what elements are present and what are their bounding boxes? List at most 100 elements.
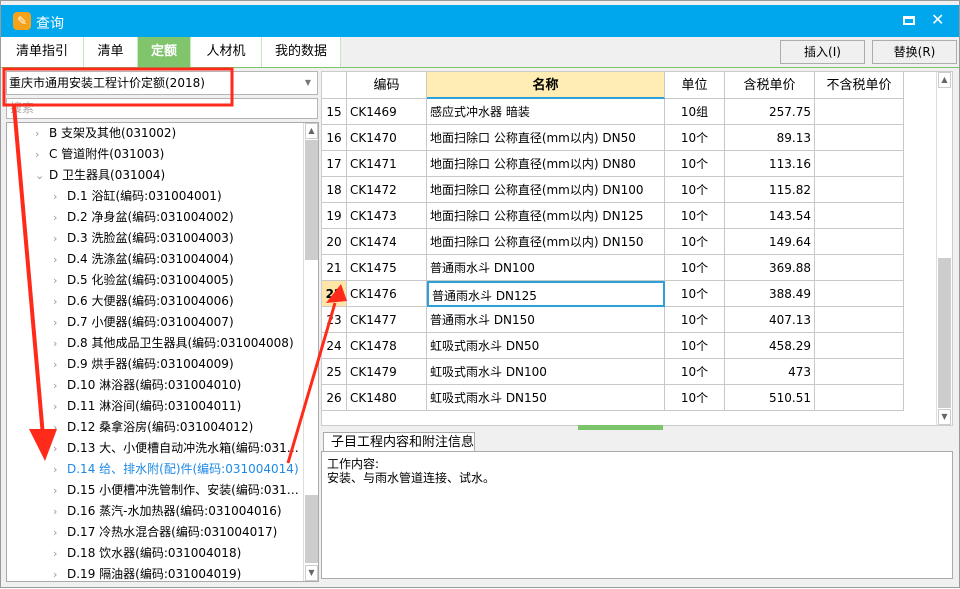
tree-item[interactable]: › D.3 洗脸盆(编码:031004003) <box>53 228 234 249</box>
table-cell[interactable]: 388.49 <box>725 281 815 307</box>
tree-item[interactable]: › D.9 烘手器(编码:031004009) <box>53 354 234 375</box>
table-cell[interactable]: 10个 <box>665 281 725 307</box>
chevron-right-icon[interactable]: › <box>35 123 49 144</box>
row-number[interactable]: 19 <box>322 203 347 229</box>
search-input[interactable]: 搜索 <box>6 98 318 119</box>
table-cell[interactable]: 10个 <box>665 203 725 229</box>
column-header[interactable]: 编码 <box>347 72 427 99</box>
chevron-right-icon[interactable]: › <box>53 312 67 333</box>
scroll-down-icon[interactable]: ▼ <box>938 409 951 425</box>
table-cell[interactable] <box>815 307 904 333</box>
table-cell[interactable]: 10个 <box>665 255 725 281</box>
row-number[interactable]: 15 <box>322 99 347 125</box>
tree-item[interactable]: › D.4 洗涤盆(编码:031004004) <box>53 249 234 270</box>
chevron-right-icon[interactable]: › <box>53 522 67 543</box>
table-cell[interactable] <box>815 151 904 177</box>
tree-item[interactable]: › C 管道附件(031003) <box>35 144 164 165</box>
table-cell[interactable] <box>815 281 904 307</box>
column-header[interactable]: 名称 <box>427 72 665 99</box>
tree-item[interactable]: › D.18 饮水器(编码:031004018) <box>53 543 241 564</box>
table-cell[interactable]: 113.16 <box>725 151 815 177</box>
tree-item[interactable]: › D.13 大、小便槽自动冲洗水箱(编码:031… <box>53 438 299 459</box>
table-cell[interactable]: 473 <box>725 359 815 385</box>
tree-item[interactable]: › D.19 隔油器(编码:031004019) <box>53 564 241 581</box>
tree-item[interactable]: › D.8 其他成品卫生器具(编码:031004008) <box>53 333 294 354</box>
chevron-right-icon[interactable]: › <box>53 186 67 207</box>
chevron-right-icon[interactable]: › <box>53 438 67 459</box>
tab-detail-info[interactable]: 子目工程内容和附注信息 <box>323 432 475 452</box>
tab-3[interactable]: 人材机 <box>191 37 262 67</box>
scroll-track[interactable] <box>305 495 318 563</box>
tree-scrollbar[interactable]: ▲ ▼ <box>303 123 318 581</box>
table-cell[interactable]: 369.88 <box>725 255 815 281</box>
table-cell[interactable]: 10个 <box>665 385 725 411</box>
scroll-thumb[interactable] <box>938 258 951 408</box>
row-number[interactable]: 25 <box>322 359 347 385</box>
table-cell[interactable]: 10个 <box>665 359 725 385</box>
chevron-right-icon[interactable]: › <box>53 480 67 501</box>
tree-item[interactable]: ⌄ D 卫生器具(031004) <box>35 165 165 186</box>
table-cell[interactable]: CK1477 <box>347 307 427 333</box>
tree-item[interactable]: › D.16 蒸汽-水加热器(编码:031004016) <box>53 501 282 522</box>
column-header[interactable]: 不含税单价 <box>815 72 904 99</box>
grid-scrollbar[interactable]: ▲ ▼ <box>936 72 952 425</box>
row-number[interactable]: 20 <box>322 229 347 255</box>
chevron-right-icon[interactable]: › <box>53 564 67 581</box>
row-number[interactable]: 21 <box>322 255 347 281</box>
column-header[interactable]: 含税单价 <box>725 72 815 99</box>
table-cell[interactable]: CK1475 <box>347 255 427 281</box>
tree-item[interactable]: › B 支架及其他(031002) <box>35 123 176 144</box>
chevron-right-icon[interactable]: › <box>53 249 67 270</box>
table-cell[interactable]: CK1479 <box>347 359 427 385</box>
tree-item[interactable]: › D.15 小便槽冲洗管制作、安装(编码:031… <box>53 480 299 501</box>
table-cell[interactable] <box>815 125 904 151</box>
table-cell[interactable]: 10个 <box>665 333 725 359</box>
table-cell[interactable]: 143.54 <box>725 203 815 229</box>
table-cell[interactable]: CK1473 <box>347 203 427 229</box>
chevron-right-icon[interactable]: › <box>53 501 67 522</box>
scroll-up-icon[interactable]: ▲ <box>305 123 318 139</box>
maximize-icon[interactable] <box>903 16 915 25</box>
tab-1[interactable]: 清单 <box>84 37 138 67</box>
table-cell[interactable]: 地面扫除口 公称直径(mm以内) DN150 <box>427 229 665 255</box>
library-select[interactable]: 重庆市通用安装工程计价定额(2018) ▼ <box>6 71 318 95</box>
row-number[interactable]: 24 <box>322 333 347 359</box>
table-cell[interactable]: 10个 <box>665 229 725 255</box>
table-cell[interactable]: 地面扫除口 公称直径(mm以内) DN125 <box>427 203 665 229</box>
scroll-up-icon[interactable]: ▲ <box>938 72 951 88</box>
tree-item[interactable]: › D.14 给、排水附(配)件(编码:031004014) <box>53 459 299 480</box>
table-cell[interactable]: 虹吸式雨水斗 DN100 <box>427 359 665 385</box>
chevron-right-icon[interactable]: › <box>53 207 67 228</box>
table-cell[interactable]: 10组 <box>665 99 725 125</box>
table-cell[interactable]: 257.75 <box>725 99 815 125</box>
table-cell[interactable]: 10个 <box>665 151 725 177</box>
tree-item[interactable]: › D.17 冷热水混合器(编码:031004017) <box>53 522 277 543</box>
tree-item[interactable]: › D.11 淋浴间(编码:031004011) <box>53 396 241 417</box>
tree-item[interactable]: › D.5 化验盆(编码:031004005) <box>53 270 234 291</box>
table-cell[interactable]: 407.13 <box>725 307 815 333</box>
chevron-down-icon[interactable]: ⌄ <box>35 165 49 186</box>
chevron-right-icon[interactable]: › <box>53 375 67 396</box>
column-header[interactable] <box>322 72 347 99</box>
tab-0[interactable]: 清单指引 <box>1 37 84 67</box>
table-cell[interactable] <box>815 203 904 229</box>
table-cell[interactable]: CK1480 <box>347 385 427 411</box>
table-cell[interactable]: 虹吸式雨水斗 DN50 <box>427 333 665 359</box>
table-cell[interactable]: 普通雨水斗 DN150 <box>427 307 665 333</box>
table-cell[interactable]: 普通雨水斗 DN100 <box>427 255 665 281</box>
table-cell[interactable]: CK1469 <box>347 99 427 125</box>
chevron-right-icon[interactable]: › <box>53 270 67 291</box>
table-cell[interactable]: 115.82 <box>725 177 815 203</box>
table-cell[interactable] <box>815 99 904 125</box>
table-cell[interactable]: 10个 <box>665 307 725 333</box>
chevron-right-icon[interactable]: › <box>53 459 67 480</box>
table-cell[interactable]: 普通雨水斗 DN125 <box>427 281 665 307</box>
chevron-right-icon[interactable]: › <box>53 333 67 354</box>
tree-item[interactable]: › D.6 大便器(编码:031004006) <box>53 291 234 312</box>
row-number[interactable]: 16 <box>322 125 347 151</box>
scroll-thumb[interactable] <box>305 140 318 260</box>
close-icon[interactable]: ✕ <box>931 10 944 29</box>
tab-2[interactable]: 定额 <box>138 37 191 67</box>
tree-item[interactable]: › D.7 小便器(编码:031004007) <box>53 312 234 333</box>
chevron-right-icon[interactable]: › <box>53 354 67 375</box>
